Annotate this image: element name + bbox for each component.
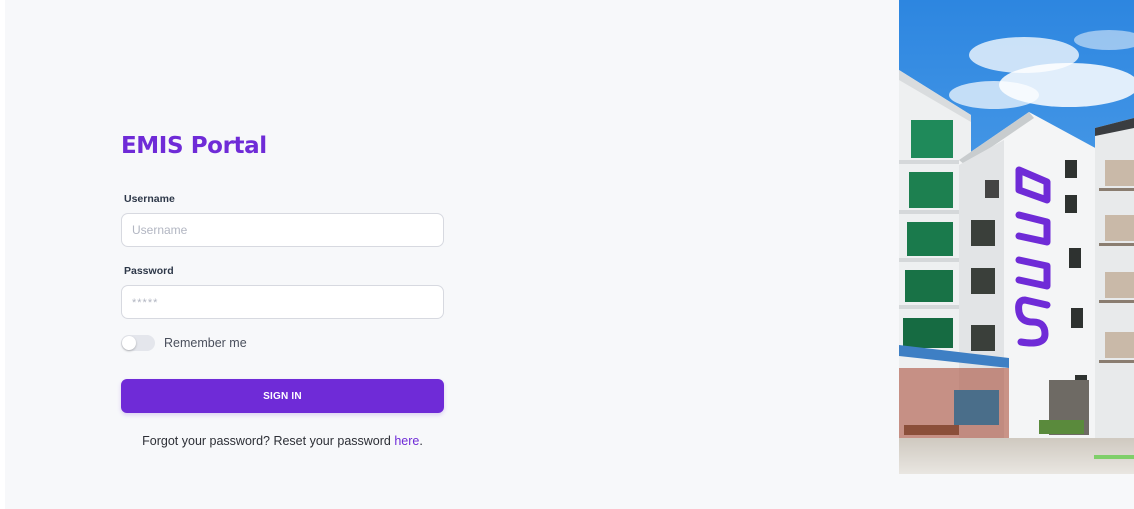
forgot-password-text: Forgot your password? Reset your passwor…	[121, 434, 444, 448]
page-title: EMIS Portal	[121, 133, 267, 159]
remember-me-label[interactable]: Remember me	[164, 336, 247, 350]
reset-password-link[interactable]: here	[394, 434, 419, 448]
remember-me-toggle[interactable]	[121, 335, 155, 351]
forgot-password-prefix: Forgot your password? Reset your passwor…	[142, 434, 395, 448]
forgot-password-suffix: .	[419, 434, 423, 448]
campus-building-image	[899, 0, 1134, 474]
password-input[interactable]	[121, 285, 444, 319]
username-label: Username	[124, 193, 175, 205]
toggle-knob	[122, 336, 136, 350]
password-label: Password	[124, 265, 174, 277]
username-input[interactable]	[121, 213, 444, 247]
login-form: EMIS Portal Username Password Remember m…	[121, 130, 444, 448]
remember-me-row: Remember me	[121, 334, 444, 352]
sign-in-button[interactable]: SIGN IN	[121, 379, 444, 413]
